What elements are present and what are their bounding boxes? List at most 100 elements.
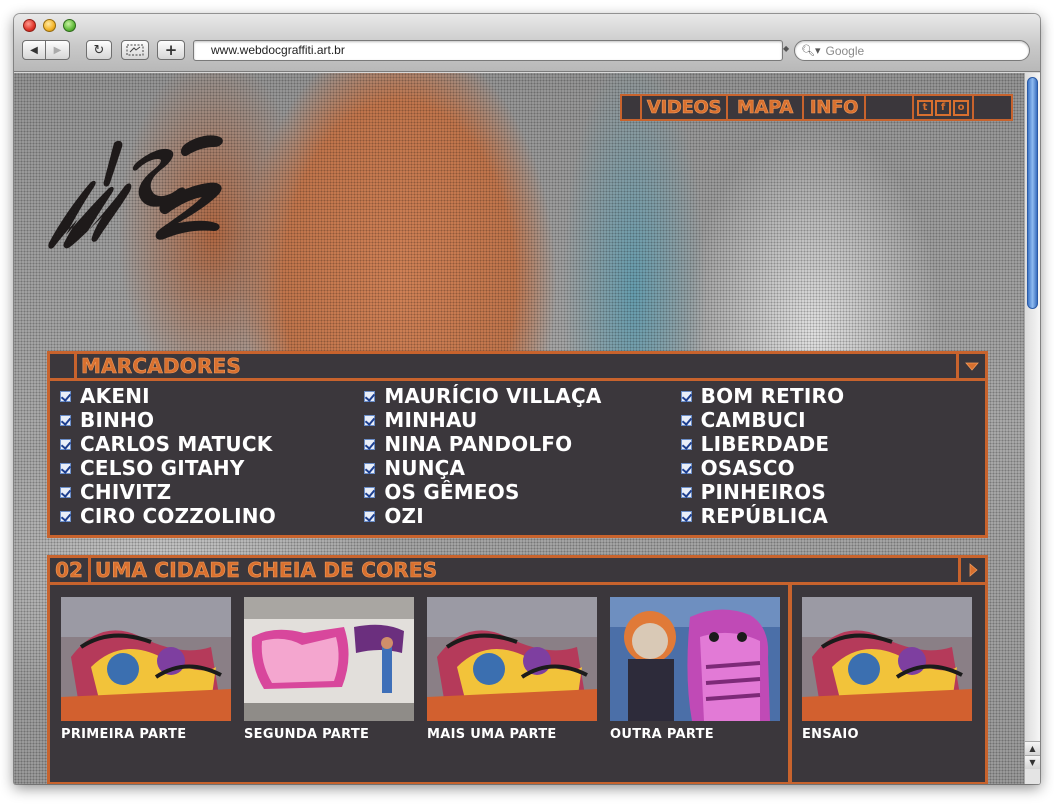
checkbox[interactable] xyxy=(680,438,692,450)
vertical-scrollbar[interactable]: ▲ ▼ xyxy=(1024,73,1040,784)
reload-button[interactable]: ↻ xyxy=(86,40,112,60)
videos-body: PRIMEIRA PARTE SEGUNDA PARTE MAIS UMA PA… xyxy=(47,585,988,784)
marcador-label: MAURÍCIO VILLAÇA xyxy=(384,384,602,408)
marcador-item[interactable]: OZI xyxy=(364,504,680,528)
marcador-item[interactable]: NUNÇA xyxy=(364,456,680,480)
checkbox[interactable] xyxy=(364,438,376,450)
resize-grip-icon[interactable] xyxy=(1025,769,1040,784)
marcador-item[interactable]: CHIVITZ xyxy=(60,480,364,504)
close-window-button[interactable] xyxy=(23,19,36,32)
marcador-item[interactable]: CARLOS MATUCK xyxy=(60,432,364,456)
marcador-item[interactable]: AKENI xyxy=(60,384,364,408)
marcador-label: CHIVITZ xyxy=(80,480,172,504)
marcador-label: AKENI xyxy=(80,384,150,408)
videos-panel: 02 UMA CIDADE CHEIA DE CORES PRIMEIRA PA… xyxy=(47,555,988,784)
marcador-item[interactable]: CELSO GITAHY xyxy=(60,456,364,480)
video-thumbnail-image[interactable] xyxy=(610,597,780,721)
marcador-item[interactable]: REPÚBLICA xyxy=(680,504,985,528)
site-logo[interactable] xyxy=(44,123,234,253)
search-icon: 🔍︎▾ xyxy=(801,45,821,57)
page-viewport: VIDEOS MAPA INFO t f o MARCADORES AKENI … xyxy=(14,73,1024,784)
video-card[interactable]: OUTRA PARTE xyxy=(610,597,780,782)
checkbox[interactable] xyxy=(364,390,376,402)
marcador-label: PINHEIROS xyxy=(700,480,826,504)
next-episode-button[interactable] xyxy=(961,558,985,582)
checkbox[interactable] xyxy=(60,438,71,450)
video-thumbnail-image[interactable] xyxy=(61,597,231,721)
marcador-item[interactable]: MINHAU xyxy=(364,408,680,432)
checkbox[interactable] xyxy=(60,510,71,522)
marcadores-header: MARCADORES xyxy=(47,351,988,381)
video-thumbnails: PRIMEIRA PARTE SEGUNDA PARTE MAIS UMA PA… xyxy=(50,585,780,782)
marcador-item[interactable]: BINHO xyxy=(60,408,364,432)
ensaio-title[interactable]: ENSAIO xyxy=(802,727,972,742)
search-field[interactable]: 🔍︎▾ Google xyxy=(794,40,1030,61)
address-arrow-icon[interactable]: ◆ xyxy=(783,44,789,53)
marcadores-toggle[interactable] xyxy=(959,354,985,378)
checkbox[interactable] xyxy=(364,462,376,474)
instagram-icon[interactable]: o xyxy=(953,99,969,116)
marcador-item[interactable]: MAURÍCIO VILLAÇA xyxy=(364,384,680,408)
video-thumbnail-image[interactable] xyxy=(427,597,597,721)
checkbox[interactable] xyxy=(60,390,71,402)
checkbox[interactable] xyxy=(364,486,376,498)
marcador-item[interactable]: CAMBUCI xyxy=(680,408,985,432)
zoom-window-button[interactable] xyxy=(63,19,76,32)
marcador-label: NUNÇA xyxy=(384,456,466,480)
marcador-item[interactable]: PINHEIROS xyxy=(680,480,985,504)
site-nav: VIDEOS MAPA INFO t f o xyxy=(620,94,1013,121)
marcador-item[interactable]: LIBERDADE xyxy=(680,432,985,456)
twitter-icon[interactable]: t xyxy=(917,99,933,116)
video-card[interactable]: SEGUNDA PARTE xyxy=(244,597,414,782)
video-title[interactable]: PRIMEIRA PARTE xyxy=(61,727,231,742)
checkbox[interactable] xyxy=(60,462,71,474)
video-thumbnail-image[interactable] xyxy=(244,597,414,721)
marcador-label: BINHO xyxy=(80,408,155,432)
nav-link-mapa[interactable]: MAPA xyxy=(728,96,802,119)
videos-divider xyxy=(788,585,792,782)
episode-number: 02 xyxy=(50,558,88,582)
marcador-label: REPÚBLICA xyxy=(700,504,829,528)
video-title[interactable]: SEGUNDA PARTE xyxy=(244,727,414,742)
video-card[interactable]: PRIMEIRA PARTE xyxy=(61,597,231,782)
minimize-window-button[interactable] xyxy=(43,19,56,32)
marcador-item[interactable]: CIRO COZZOLINO xyxy=(60,504,364,528)
checkbox[interactable] xyxy=(60,486,71,498)
video-title[interactable]: MAIS UMA PARTE xyxy=(427,727,597,742)
forward-button[interactable]: ▶ xyxy=(46,40,70,60)
address-bar[interactable]: www.webdocgraffiti.art.br xyxy=(193,40,783,61)
marcadores-column-artists-2: MAURÍCIO VILLAÇA MINHAU NINA PANDOLFO NU… xyxy=(364,384,680,535)
add-bookmark-button[interactable]: + xyxy=(157,40,185,60)
marcador-item[interactable]: BOM RETIRO xyxy=(680,384,985,408)
marcador-label: CARLOS MATUCK xyxy=(80,432,273,456)
ensaio-card[interactable]: ENSAIO xyxy=(802,597,972,742)
scroll-up-arrow[interactable]: ▲ xyxy=(1025,741,1040,755)
checkbox[interactable] xyxy=(680,486,692,498)
checkbox[interactable] xyxy=(364,510,376,522)
marcador-item[interactable]: OS GÊMEOS xyxy=(364,480,680,504)
checkbox[interactable] xyxy=(680,390,692,402)
search-placeholder: Google xyxy=(825,43,865,58)
checkbox[interactable] xyxy=(680,414,692,426)
marcador-item[interactable]: OSASCO xyxy=(680,456,985,480)
marcador-label: LIBERDADE xyxy=(700,432,830,456)
checkbox[interactable] xyxy=(60,414,71,426)
marcador-item[interactable]: NINA PANDOLFO xyxy=(364,432,680,456)
marcador-label: OS GÊMEOS xyxy=(384,480,520,504)
scrollbar-thumb[interactable] xyxy=(1027,77,1038,309)
nav-link-info[interactable]: INFO xyxy=(804,96,864,119)
checkbox[interactable] xyxy=(680,510,692,522)
checkbox[interactable] xyxy=(364,414,376,426)
facebook-icon[interactable]: f xyxy=(935,99,951,116)
webclip-button[interactable] xyxy=(121,40,149,60)
marcador-label: CIRO COZZOLINO xyxy=(80,504,276,528)
video-card[interactable]: MAIS UMA PARTE xyxy=(427,597,597,782)
ensaio-thumbnail-image[interactable] xyxy=(802,597,972,721)
scroll-down-arrow[interactable]: ▼ xyxy=(1025,755,1040,769)
checkbox[interactable] xyxy=(680,462,692,474)
video-title[interactable]: OUTRA PARTE xyxy=(610,727,780,742)
nav-spacer-mid xyxy=(866,96,912,119)
back-button[interactable]: ◀ xyxy=(22,40,46,60)
marcador-label: CAMBUCI xyxy=(700,408,806,432)
nav-link-videos[interactable]: VIDEOS xyxy=(642,96,726,119)
